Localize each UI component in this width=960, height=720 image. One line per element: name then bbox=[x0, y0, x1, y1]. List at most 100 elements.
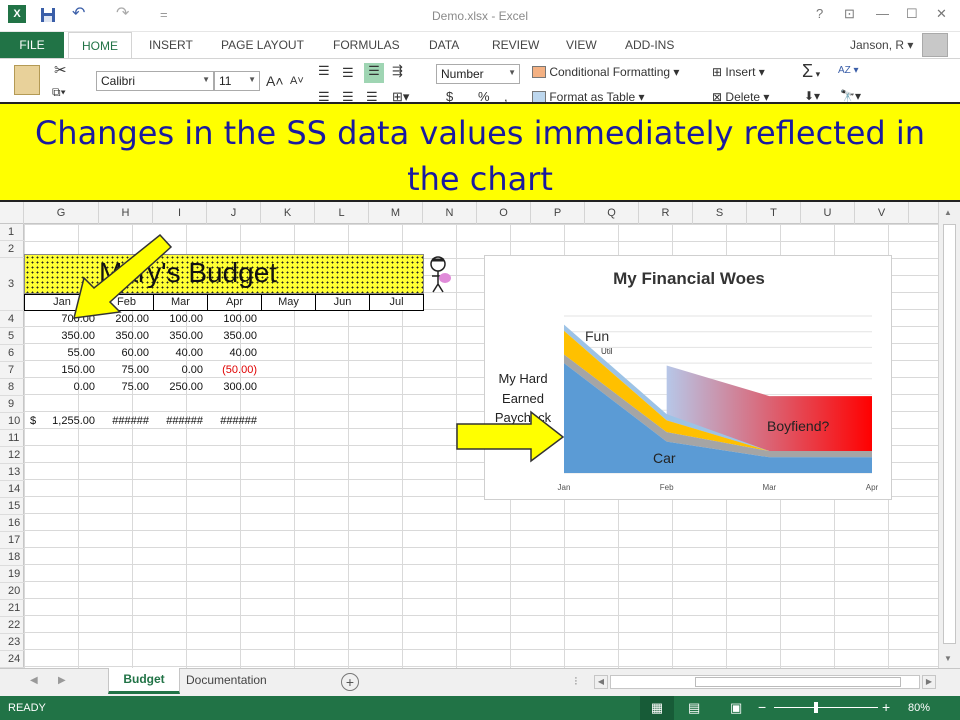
tab-view[interactable]: VIEW bbox=[566, 38, 597, 52]
row-header[interactable]: 15 bbox=[0, 498, 24, 515]
row-header[interactable]: 11 bbox=[0, 430, 24, 447]
budget-cell[interactable]: 40.00 bbox=[153, 345, 203, 362]
row-header[interactable]: 23 bbox=[0, 634, 24, 651]
column-header[interactable]: M bbox=[369, 202, 423, 224]
month-header[interactable]: Jun bbox=[316, 295, 370, 310]
new-sheet-icon[interactable]: + bbox=[341, 673, 359, 691]
find-icon[interactable]: 🔭▾ bbox=[840, 89, 861, 103]
page-layout-view-icon[interactable]: ▤ bbox=[688, 700, 700, 716]
budget-cell[interactable]: 350.00 bbox=[153, 328, 203, 345]
tab-review[interactable]: REVIEW bbox=[492, 38, 539, 52]
sort-filter-button[interactable]: AZ ▾ bbox=[838, 65, 859, 76]
sheet-tab-budget[interactable]: Budget bbox=[108, 668, 180, 694]
column-header[interactable]: P bbox=[531, 202, 585, 224]
align-bottom-icon[interactable]: ☰ bbox=[364, 63, 384, 83]
row-header[interactable]: 14 bbox=[0, 481, 24, 498]
tab-page-layout[interactable]: PAGE LAYOUT bbox=[221, 38, 304, 52]
month-header[interactable]: Apr bbox=[208, 295, 262, 310]
tab-add-ins[interactable]: ADD-INS bbox=[625, 38, 674, 52]
budget-cell[interactable]: 100.00 bbox=[207, 311, 257, 328]
budget-cell[interactable]: 75.00 bbox=[99, 379, 149, 396]
column-header[interactable]: N bbox=[423, 202, 477, 224]
column-header[interactable]: G bbox=[24, 202, 99, 224]
budget-cell[interactable]: 40.00 bbox=[207, 345, 257, 362]
row-header[interactable]: 13 bbox=[0, 464, 24, 481]
insert-button[interactable]: ⊞ Insert ▾ bbox=[712, 65, 765, 79]
column-header[interactable]: V bbox=[855, 202, 909, 224]
row-header[interactable]: 21 bbox=[0, 600, 24, 617]
column-header[interactable]: H bbox=[99, 202, 153, 224]
column-header[interactable]: T bbox=[747, 202, 801, 224]
month-header[interactable]: May bbox=[262, 295, 316, 310]
split-handle-icon[interactable]: ⁝ bbox=[574, 674, 578, 688]
column-header[interactable]: J bbox=[207, 202, 261, 224]
budget-cell[interactable]: 300.00 bbox=[207, 379, 257, 396]
hscroll-right-icon[interactable]: ▶ bbox=[922, 675, 936, 689]
column-header[interactable]: O bbox=[477, 202, 531, 224]
tab-file[interactable]: FILE bbox=[0, 32, 64, 58]
close-button[interactable]: ✕ bbox=[936, 6, 947, 22]
row-header[interactable]: 22 bbox=[0, 617, 24, 634]
budget-cell[interactable]: 0.00 bbox=[153, 362, 203, 379]
scroll-up-icon[interactable]: ▲ bbox=[944, 208, 952, 217]
row-header[interactable]: 6 bbox=[0, 345, 24, 362]
column-header[interactable]: L bbox=[315, 202, 369, 224]
font-size-combo[interactable]: 11 ▼ bbox=[214, 71, 260, 91]
total-cell[interactable]: ###### bbox=[153, 413, 203, 430]
column-header[interactable]: R bbox=[639, 202, 693, 224]
zoom-slider[interactable] bbox=[774, 702, 878, 713]
sheet-scroll-right-icon[interactable]: ▶ bbox=[58, 675, 66, 686]
tab-home[interactable]: HOME bbox=[68, 32, 132, 59]
tab-formulas[interactable]: FORMULAS bbox=[333, 38, 400, 52]
row-header[interactable]: 2 bbox=[0, 241, 24, 258]
column-header[interactable]: Q bbox=[585, 202, 639, 224]
budget-cell[interactable]: 350.00 bbox=[207, 328, 257, 345]
zoom-level[interactable]: 80% bbox=[908, 702, 930, 714]
copy-icon[interactable]: ⧉▾ bbox=[52, 85, 66, 100]
sheet-scroll-left-icon[interactable]: ◀ bbox=[30, 675, 38, 686]
zoom-in-button[interactable]: + bbox=[882, 699, 890, 715]
budget-cell[interactable]: 0.00 bbox=[24, 379, 95, 396]
row-header[interactable]: 5 bbox=[0, 328, 24, 345]
align-top-icon[interactable]: ☰ bbox=[318, 63, 330, 79]
zoom-slider-thumb[interactable] bbox=[814, 702, 818, 713]
column-header[interactable]: S bbox=[693, 202, 747, 224]
budget-cell[interactable]: 150.00 bbox=[24, 362, 95, 379]
cut-icon[interactable]: ✂ bbox=[54, 61, 67, 79]
horizontal-scrollbar[interactable] bbox=[610, 675, 920, 689]
avatar[interactable] bbox=[922, 33, 948, 57]
ribbon-display-button[interactable]: ⊡ bbox=[844, 6, 855, 22]
tab-data[interactable]: DATA bbox=[429, 38, 459, 52]
help-button[interactable]: ? bbox=[816, 6, 823, 21]
month-header[interactable]: Jul bbox=[370, 295, 423, 310]
total-cell[interactable]: 1,255.00 bbox=[24, 413, 95, 430]
account-name[interactable]: Janson, R ▾ bbox=[850, 38, 913, 52]
normal-view-icon[interactable]: ▦ bbox=[640, 696, 674, 720]
row-header[interactable]: 7 bbox=[0, 362, 24, 379]
column-header[interactable]: K bbox=[261, 202, 315, 224]
grow-font-button[interactable]: A˄ bbox=[266, 73, 284, 89]
hscroll-left-icon[interactable]: ◀ bbox=[594, 675, 608, 689]
hscroll-thumb[interactable] bbox=[695, 677, 901, 687]
shrink-font-button[interactable]: A˅ bbox=[290, 75, 304, 87]
row-header[interactable]: 16 bbox=[0, 515, 24, 532]
font-name-combo[interactable]: Calibri ▼ bbox=[96, 71, 214, 91]
budget-cell[interactable]: 75.00 bbox=[99, 362, 149, 379]
minimize-button[interactable]: — bbox=[876, 6, 889, 21]
row-header[interactable]: 17 bbox=[0, 532, 24, 549]
budget-cell[interactable]: (50.00) bbox=[207, 362, 257, 379]
column-header[interactable]: I bbox=[153, 202, 207, 224]
column-header[interactable]: U bbox=[801, 202, 855, 224]
scroll-thumb[interactable] bbox=[943, 224, 956, 644]
budget-cell[interactable]: 250.00 bbox=[153, 379, 203, 396]
zoom-out-button[interactable]: − bbox=[758, 699, 766, 715]
row-header[interactable]: 24 bbox=[0, 651, 24, 668]
budget-cell[interactable]: 350.00 bbox=[24, 328, 95, 345]
row-header[interactable]: 12 bbox=[0, 447, 24, 464]
sheet-tab-documentation[interactable]: Documentation bbox=[186, 673, 267, 687]
row-header[interactable]: 20 bbox=[0, 583, 24, 600]
row-header[interactable]: 3 bbox=[0, 258, 24, 311]
row-header[interactable]: 10 bbox=[0, 413, 24, 430]
budget-cell[interactable]: 350.00 bbox=[99, 328, 149, 345]
conditional-formatting-button[interactable]: Conditional Formatting ▾ bbox=[532, 65, 679, 79]
